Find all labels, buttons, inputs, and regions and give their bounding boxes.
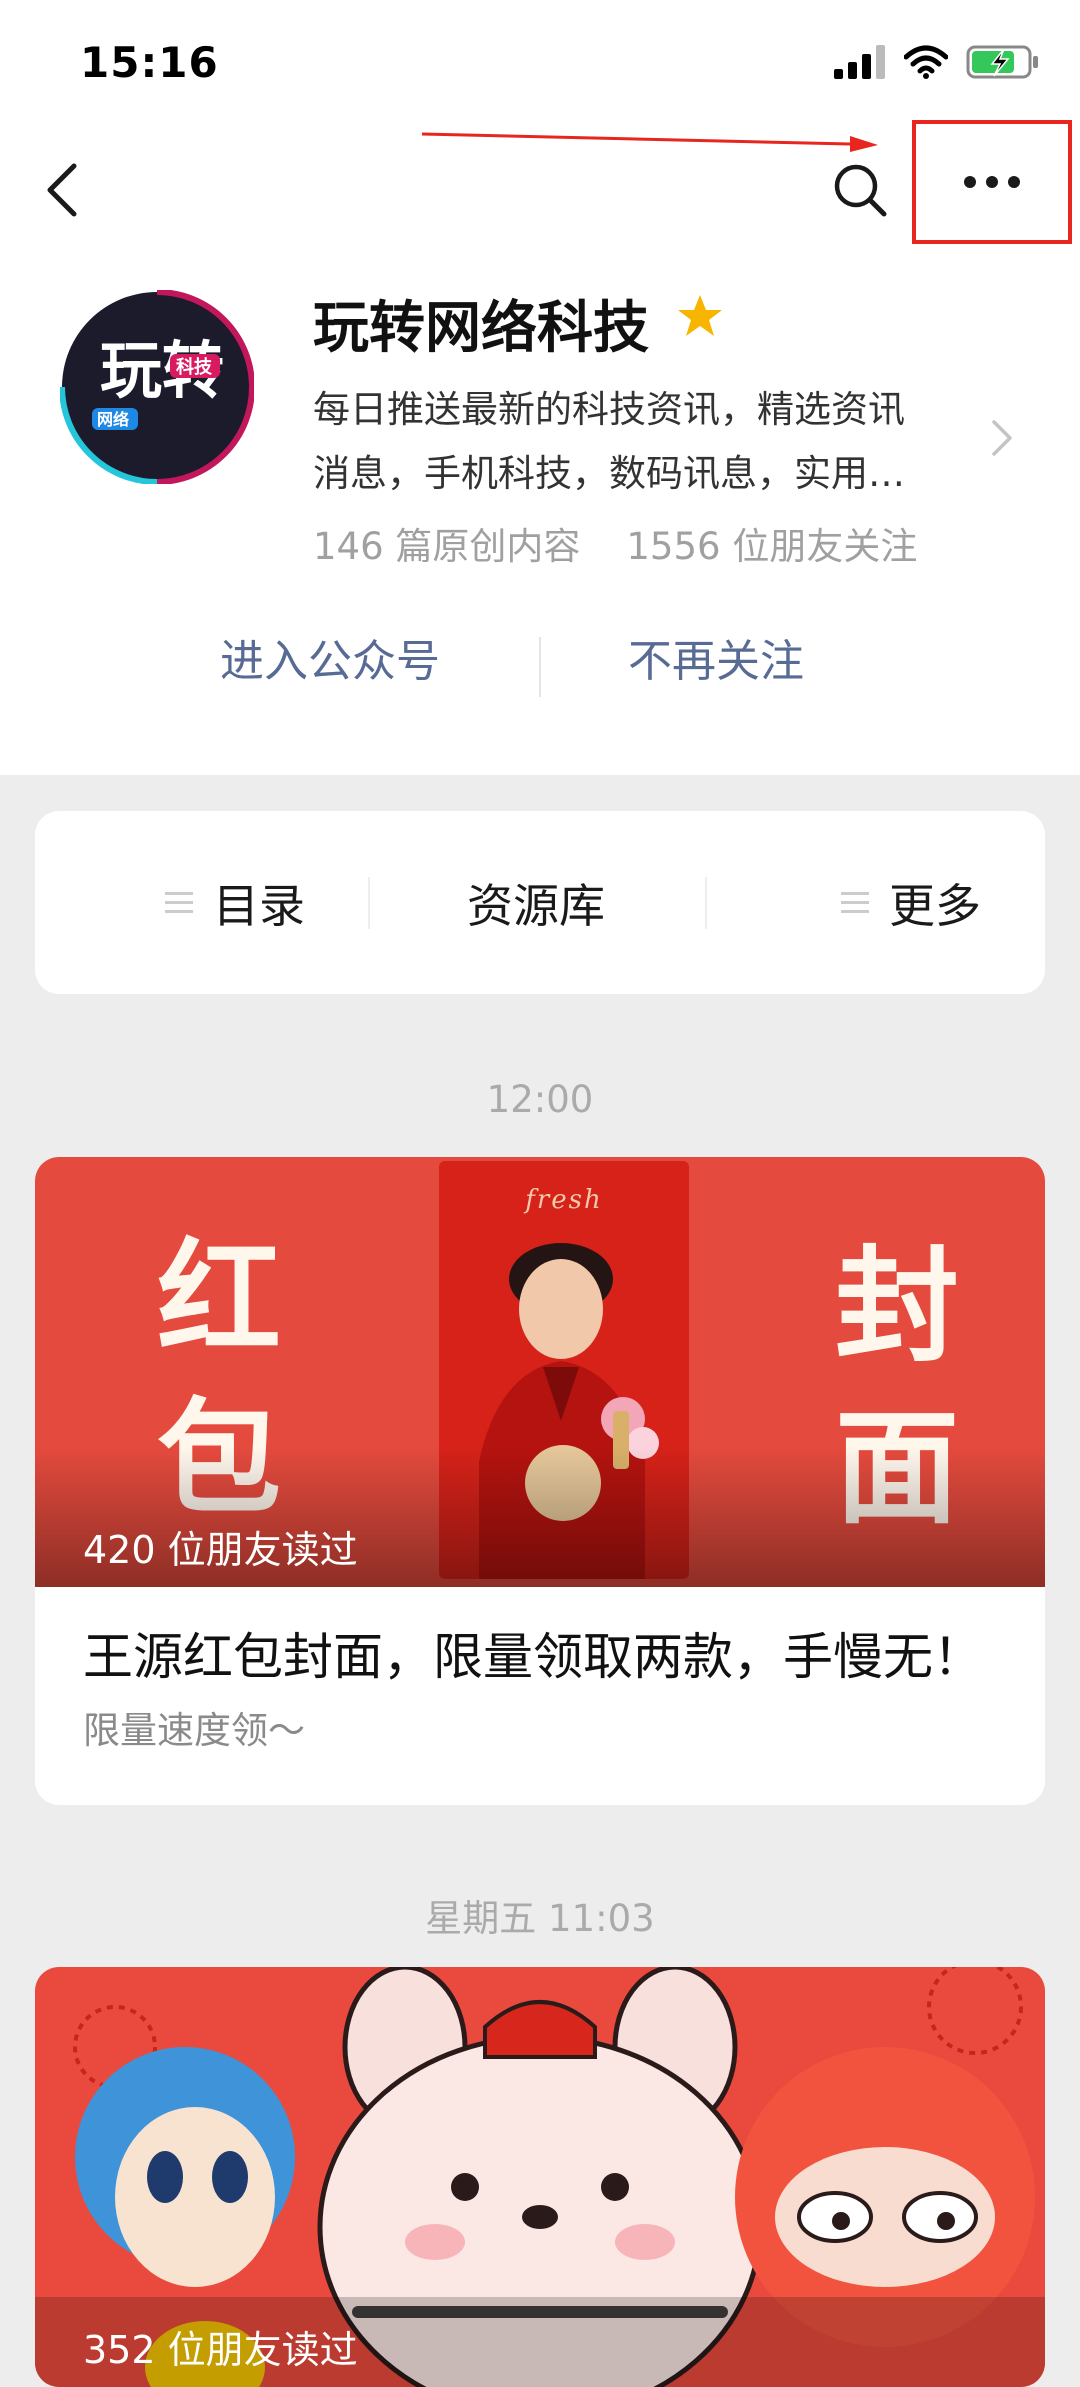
menu-resources[interactable]: 资源库 (467, 811, 605, 994)
home-indicator[interactable] (352, 2306, 728, 2318)
menu-label: 目录 (213, 878, 305, 933)
avatar[interactable]: 玩转 科技 网络 (60, 290, 254, 484)
cover-text: 封 (835, 1234, 960, 1379)
menu-label: 资源库 (467, 878, 605, 933)
battery-icon (966, 45, 1038, 79)
signal-icon (834, 45, 885, 79)
status-icons (834, 42, 1040, 82)
menu-more[interactable]: 更多 (841, 811, 981, 994)
divider (368, 877, 370, 929)
article-subtitle: 限量速度领～ (83, 1709, 305, 1752)
svg-text:网络: 网络 (97, 410, 129, 429)
message-time: 12:00 (486, 1078, 594, 1121)
chevron-right-icon[interactable] (988, 418, 1016, 458)
account-description[interactable]: 每日推送最新的科技资讯，精选资讯 消息，手机科技，数码讯息，实用… (313, 378, 983, 506)
read-count: 352 位朋友读过 (83, 2328, 358, 2372)
cover-text: 红 (157, 1226, 282, 1371)
hamburger-icon (165, 886, 193, 919)
menu-directory[interactable]: 目录 (165, 811, 305, 994)
account-stats: 146 篇原创内容 1556 位朋友关注 (313, 516, 917, 570)
article-cover: 红 包 fresh 封 面 420 位朋友读过 (35, 1157, 1045, 1587)
account-name: 玩转网络科技 (313, 296, 649, 361)
more-icon (964, 176, 1020, 188)
article-title: 王源红包封面，限量领取两款，手慢无！ (83, 1628, 983, 1686)
divider (705, 877, 707, 929)
enter-account-button[interactable]: 进入公众号 (220, 625, 440, 689)
search-icon[interactable] (828, 158, 892, 222)
star-icon (678, 295, 722, 336)
article-card[interactable]: 352 位朋友读过 (35, 1967, 1045, 2387)
annotation-arrow (421, 132, 878, 152)
back-icon[interactable] (38, 158, 88, 222)
follower-count: 1556 位朋友关注 (626, 525, 918, 568)
unfollow-button[interactable]: 不再关注 (628, 625, 804, 689)
article-card[interactable]: 红 包 fresh 封 面 420 位朋友读过 王源红包封面，限量领取两款，手慢… (35, 1157, 1045, 1805)
message-time: 星期五 11:03 (425, 1897, 655, 1940)
description-line: 每日推送最新的科技资讯，精选资讯 (313, 388, 905, 431)
read-count: 420 位朋友读过 (83, 1528, 358, 1572)
original-count: 146 篇原创内容 (313, 525, 581, 568)
menu-label: 更多 (889, 878, 981, 933)
status-time: 15:16 (80, 38, 219, 87)
description-line: 消息，手机科技，数码讯息，实用… (313, 452, 905, 495)
more-button[interactable] (912, 120, 1072, 244)
divider (539, 637, 541, 697)
account-menu: 目录 资源库 更多 (35, 811, 1045, 994)
hamburger-icon (841, 886, 869, 919)
wifi-icon (904, 45, 948, 79)
svg-text:科技: 科技 (176, 356, 213, 378)
action-bar: 进入公众号 不再关注 (0, 625, 1080, 709)
